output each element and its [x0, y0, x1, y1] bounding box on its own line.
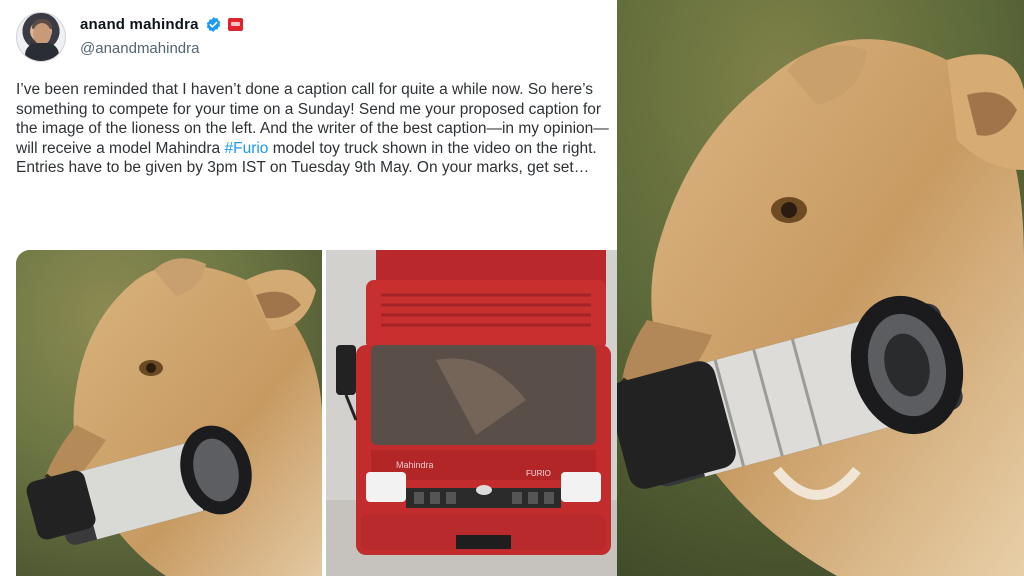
toy-truck-photo[interactable]: Mahindra FURIO — [326, 250, 617, 576]
truck-model-text: FURIO — [526, 469, 551, 478]
toy-truck-illustration: Mahindra FURIO — [326, 250, 617, 576]
lioness-photo[interactable] — [16, 250, 322, 576]
avatar-suit — [25, 43, 59, 61]
avatar-face — [33, 23, 51, 45]
tweet-card: anand mahindra @anandmahindra I’ve been … — [0, 0, 617, 576]
hashtag-link[interactable]: #Furio — [224, 140, 268, 157]
tweet-text: I’ve been reminded that I haven’t done a… — [16, 80, 616, 178]
verified-badge-icon — [206, 17, 220, 32]
affiliation-badge-icon — [227, 18, 243, 31]
lioness-closeup-image — [617, 0, 1024, 576]
lioness-illustration — [16, 250, 322, 576]
avatar[interactable] — [16, 12, 66, 62]
author-display-name[interactable]: anand mahindra — [80, 16, 199, 33]
lioness-closeup-illustration — [617, 0, 1024, 576]
truck-brand-text: Mahindra — [396, 460, 434, 470]
author-name-row: anand mahindra — [80, 16, 243, 33]
author-handle[interactable]: @anandmahindra — [80, 40, 199, 57]
tweet-media: Mahindra FURIO — [16, 250, 617, 576]
tweet-header: anand mahindra @anandmahindra — [16, 10, 596, 66]
